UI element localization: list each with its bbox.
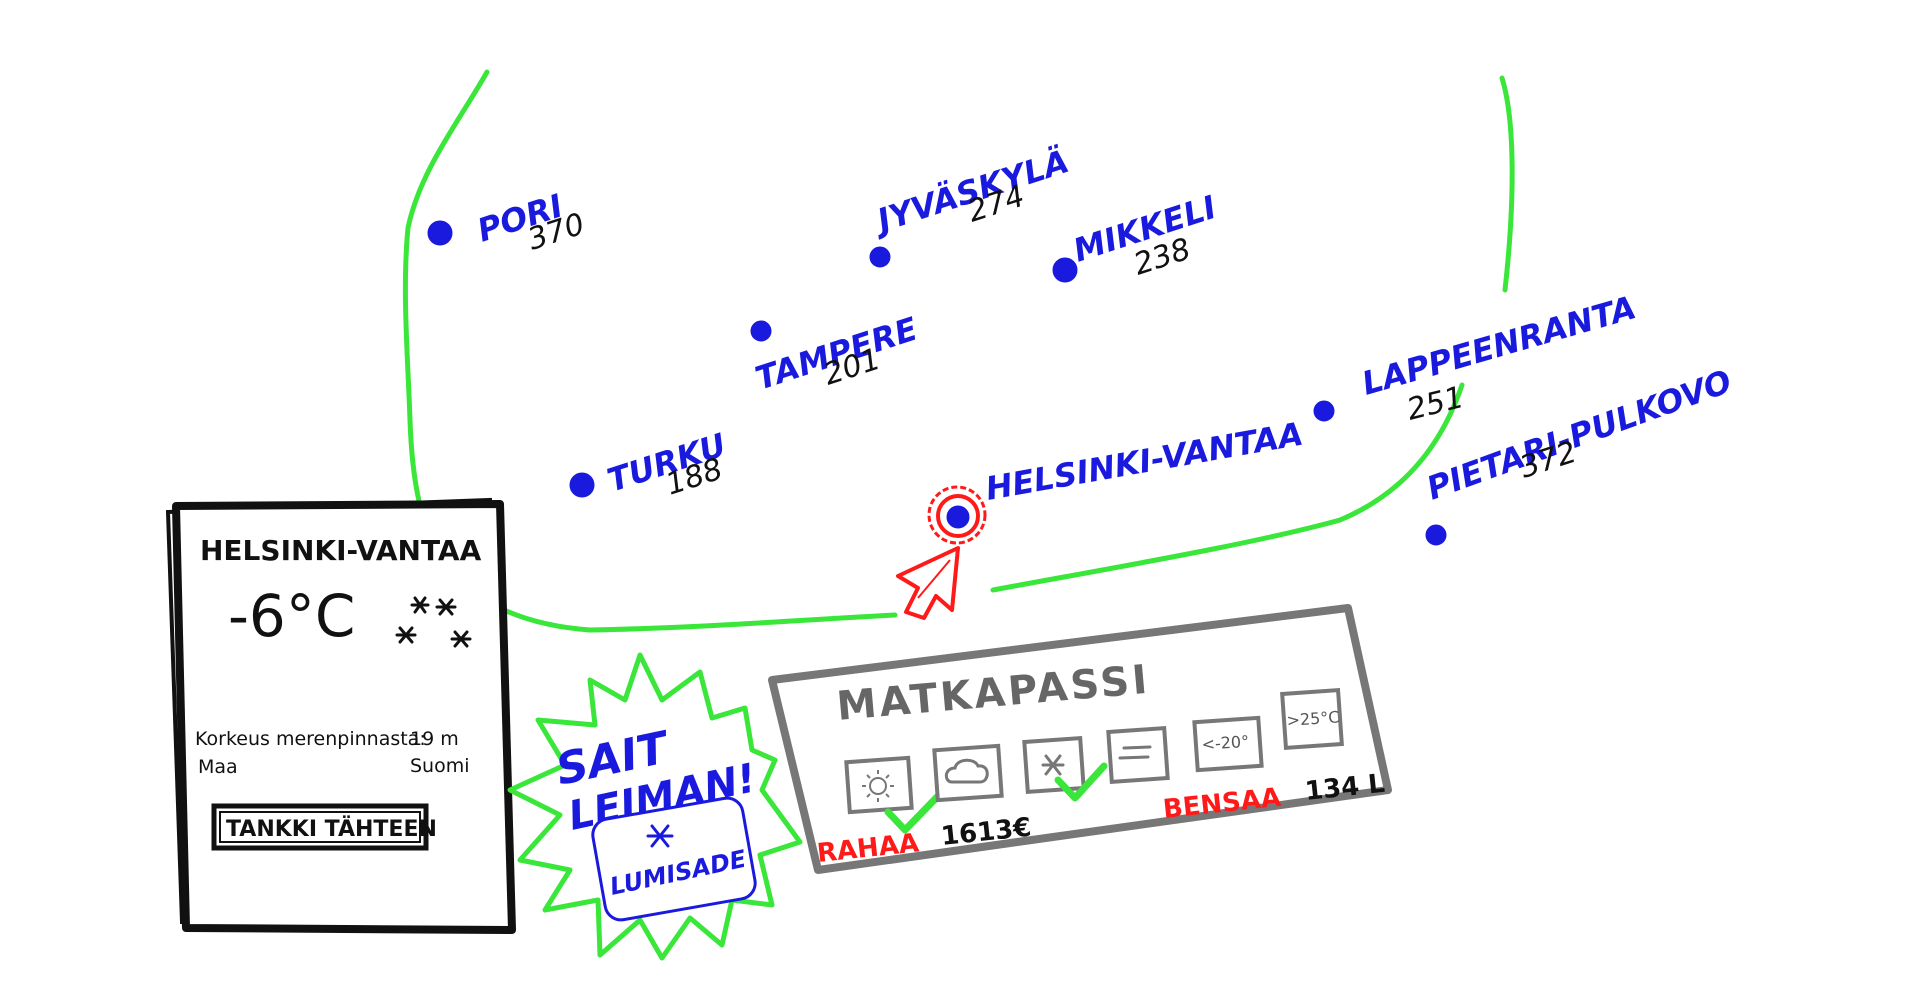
city-marker-dot (1058, 263, 1072, 277)
badge-label: >25°C (1286, 707, 1340, 730)
city-marker-dot (575, 478, 589, 492)
badge-frame[interactable] (1106, 725, 1170, 785)
city-name-label: LAPPEENRANTA (1358, 288, 1640, 402)
weather-airport-name: HELSINKI-VANTAA (200, 534, 482, 567)
city-lappeenranta[interactable]: LAPPEENRANTA 251 (1313, 288, 1640, 428)
refuel-button[interactable]: TANKKI TÄHTEEN (211, 803, 437, 851)
badge-label: <-20° (1201, 732, 1250, 754)
city-marker-dot (1430, 529, 1442, 541)
city-mikkeli[interactable]: MIKKELI 238 (1052, 188, 1221, 283)
city-pori[interactable]: PORI 370 (427, 186, 589, 258)
badge-cloud[interactable] (932, 743, 1004, 803)
badge-fog[interactable] (1106, 725, 1170, 785)
city-pietari[interactable]: PIETARI-PULKOVO 372 (1422, 362, 1737, 546)
country-label: Maa (198, 756, 238, 778)
country-value: Suomi (410, 755, 470, 777)
city-name-label: HELSINKI-VANTAA (983, 415, 1306, 508)
elevation-label: Korkeus merenpinnasta: (195, 728, 426, 750)
city-marker-icon[interactable] (1313, 400, 1335, 422)
city-name-label: JYVÄSKYLÄ (867, 142, 1073, 241)
city-turku[interactable]: TURKU 188 (569, 426, 731, 503)
weather-temperature: -6°C (228, 582, 355, 650)
weather-card-frame (172, 500, 516, 934)
city-marker-icon[interactable] (869, 246, 891, 268)
city-helsinki-selected[interactable]: HELSINKI-VANTAA (896, 415, 1306, 620)
city-marker-icon[interactable] (946, 505, 970, 529)
refuel-button-label: TANKKI TÄHTEEN (226, 816, 437, 842)
city-name-label: PIETARI-PULKOVO (1422, 362, 1737, 508)
city-marker-dot (433, 226, 447, 240)
elevation-value: 19 m (410, 728, 459, 750)
city-map: PORI 370 JYVÄSKYLÄ 274 MIKKELI 238 TAMPE… (427, 142, 1737, 620)
city-marker-dot (755, 325, 767, 337)
cursor-arrow-icon (896, 546, 960, 620)
badge-cold[interactable]: <-20° (1192, 715, 1264, 773)
city-tampere[interactable]: TAMPERE 201 (750, 310, 922, 398)
badge-frame[interactable] (932, 743, 1004, 803)
stamp-notification: SAIT LEIMAN! LUMISADE (507, 652, 803, 961)
weather-card: HELSINKI-VANTAA -6°C Korkeus merenpinnas… (165, 497, 516, 934)
city-jyvaskyla[interactable]: JYVÄSKYLÄ 274 (867, 142, 1073, 268)
route-line-northeast (1499, 75, 1515, 293)
badge-hot[interactable]: >25°C (1280, 687, 1344, 751)
passport-panel: MATKAPASSI <-20° >25°C RAHAA 1613€ BENSA… (768, 604, 1392, 874)
game-screen: PORI 370 JYVÄSKYLÄ 274 MIKKELI 238 TAMPE… (165, 69, 1737, 961)
badge-frame[interactable] (844, 755, 914, 815)
